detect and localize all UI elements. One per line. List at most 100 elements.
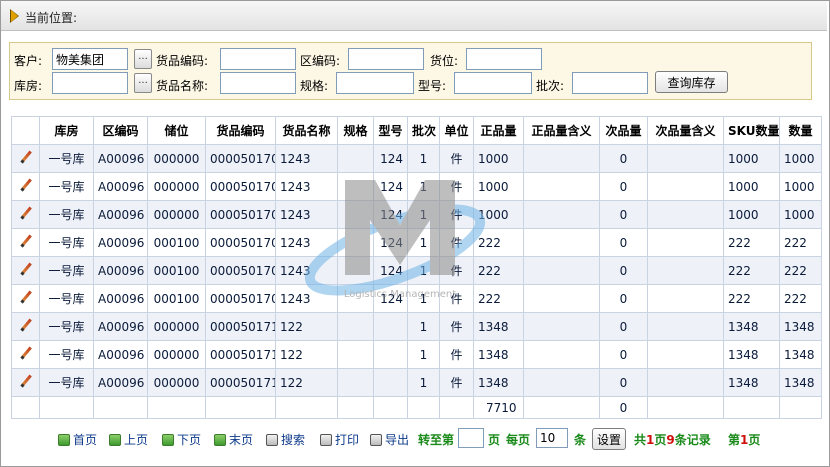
goto-page-input[interactable] <box>458 428 484 448</box>
table-cell: 件 <box>439 172 474 201</box>
spec-input[interactable] <box>336 72 414 94</box>
column-header: 规格 <box>337 116 374 145</box>
table-cell <box>647 200 724 229</box>
table-cell: 124 <box>373 172 408 201</box>
table-cell: 122 <box>275 312 338 341</box>
table-cell <box>647 256 724 285</box>
table-cell: 1 <box>407 200 440 229</box>
table-cell: 222 <box>779 228 822 257</box>
column-header: 单位 <box>439 116 474 145</box>
edit-row-button[interactable] <box>11 172 40 201</box>
table-cell <box>647 228 724 257</box>
table-cell: 1243 <box>275 256 338 285</box>
table-row: 一号库 A00096 000100 000050170 1243 124 1 件 222 0 222… <box>11 256 822 285</box>
table-cell: 一号库 <box>39 144 94 173</box>
print-link[interactable]: 打印 <box>320 431 359 448</box>
table-row: 一号库 A00096 000000 000050170 1243 124 1 件 1000 0 10… <box>11 172 822 201</box>
edit-row-button[interactable] <box>11 144 40 173</box>
location-arrow-icon-fill <box>11 10 18 22</box>
last-page-link[interactable]: 末页 <box>214 431 253 448</box>
table-cell: 122 <box>275 368 338 397</box>
next-page-link[interactable]: 下页 <box>162 431 201 448</box>
pencil-icon <box>20 319 32 331</box>
first-page-link[interactable]: 首页 <box>58 431 97 448</box>
inventory-grid: 库房 区编码 储位 货品编码 货品名称 规格 型号 批次 单位 正品量 正品量含义 次品量 次品量含义 S… <box>11 116 822 419</box>
edit-row-button[interactable] <box>11 228 40 257</box>
table-cell: 一号库 <box>39 284 94 313</box>
total-cell: 7710 <box>473 396 524 419</box>
table-cell: 000100 <box>147 284 206 313</box>
last-page-icon <box>214 434 226 446</box>
table-row: 一号库 A00096 000000 000050171 122 1 件 1348 0 1348 13… <box>11 312 822 341</box>
edit-row-button[interactable] <box>11 368 40 397</box>
table-cell: 件 <box>439 312 474 341</box>
table-cell <box>373 368 408 397</box>
table-cell: 1348 <box>779 312 822 341</box>
table-cell: 1000 <box>723 200 780 229</box>
table-cell: 000050170 <box>205 200 276 229</box>
customer-label: 客户: <box>14 54 43 68</box>
table-cell: 1 <box>407 144 440 173</box>
edit-row-button[interactable] <box>11 200 40 229</box>
column-header: SKU数量 <box>723 116 780 145</box>
table-cell <box>337 340 374 369</box>
table-cell: 件 <box>439 340 474 369</box>
search-link[interactable]: 搜索 <box>266 431 305 448</box>
goods-name-input[interactable] <box>220 72 296 94</box>
search-stock-button[interactable]: 查询库存 <box>655 71 728 93</box>
location-field-label: 货位: <box>430 54 459 68</box>
pencil-icon <box>20 207 32 219</box>
edit-row-button[interactable] <box>11 256 40 285</box>
table-cell: 0 <box>599 172 648 201</box>
customer-picker-button[interactable]: ... <box>134 49 152 69</box>
table-cell: 1348 <box>473 340 524 369</box>
area-code-label: 区编码: <box>300 54 341 68</box>
per-page-unit: 条 <box>574 433 587 447</box>
table-cell: 件 <box>439 228 474 257</box>
total-cell <box>373 396 408 419</box>
table-cell: 000050171 <box>205 340 276 369</box>
table-cell <box>337 368 374 397</box>
customer-input[interactable] <box>52 48 128 70</box>
per-page-label: 每页 <box>506 433 531 447</box>
table-cell: 000000 <box>147 368 206 397</box>
table-cell: 1348 <box>473 312 524 341</box>
prev-page-link[interactable]: 上页 <box>109 431 148 448</box>
table-cell <box>523 228 600 257</box>
set-page-size-button[interactable]: 设置 <box>592 428 626 450</box>
table-cell: 000100 <box>147 256 206 285</box>
table-cell <box>523 340 600 369</box>
table-cell: 124 <box>373 144 408 173</box>
table-cell: 一号库 <box>39 312 94 341</box>
total-cell <box>779 396 822 419</box>
edit-row-button[interactable] <box>11 312 40 341</box>
table-cell <box>337 228 374 257</box>
table-cell: 222 <box>473 284 524 313</box>
area-code-input[interactable] <box>348 48 424 70</box>
table-cell <box>647 368 724 397</box>
total-cell <box>147 396 206 419</box>
table-cell: 222 <box>723 256 780 285</box>
table-cell: 一号库 <box>39 200 94 229</box>
table-cell <box>647 284 724 313</box>
table-cell: 1 <box>407 312 440 341</box>
warehouse-picker-button[interactable]: ... <box>134 73 152 93</box>
table-cell: 1348 <box>723 340 780 369</box>
export-link[interactable]: 导出 <box>370 431 409 448</box>
table-cell: 000050170 <box>205 256 276 285</box>
edit-row-button[interactable] <box>11 340 40 369</box>
table-cell: 件 <box>439 256 474 285</box>
warehouse-input[interactable] <box>52 72 128 94</box>
model-input[interactable] <box>454 72 532 94</box>
table-cell <box>337 256 374 285</box>
location-input[interactable] <box>466 48 542 70</box>
table-cell: 一号库 <box>39 340 94 369</box>
goods-name-label: 货品名称: <box>156 79 209 93</box>
edit-row-button[interactable] <box>11 284 40 313</box>
batch-input[interactable] <box>572 72 648 94</box>
table-cell: 000050170 <box>205 228 276 257</box>
per-page-input[interactable] <box>536 428 568 448</box>
goods-code-input[interactable] <box>220 48 296 70</box>
table-cell: 1000 <box>779 172 822 201</box>
table-cell: 1 <box>407 228 440 257</box>
